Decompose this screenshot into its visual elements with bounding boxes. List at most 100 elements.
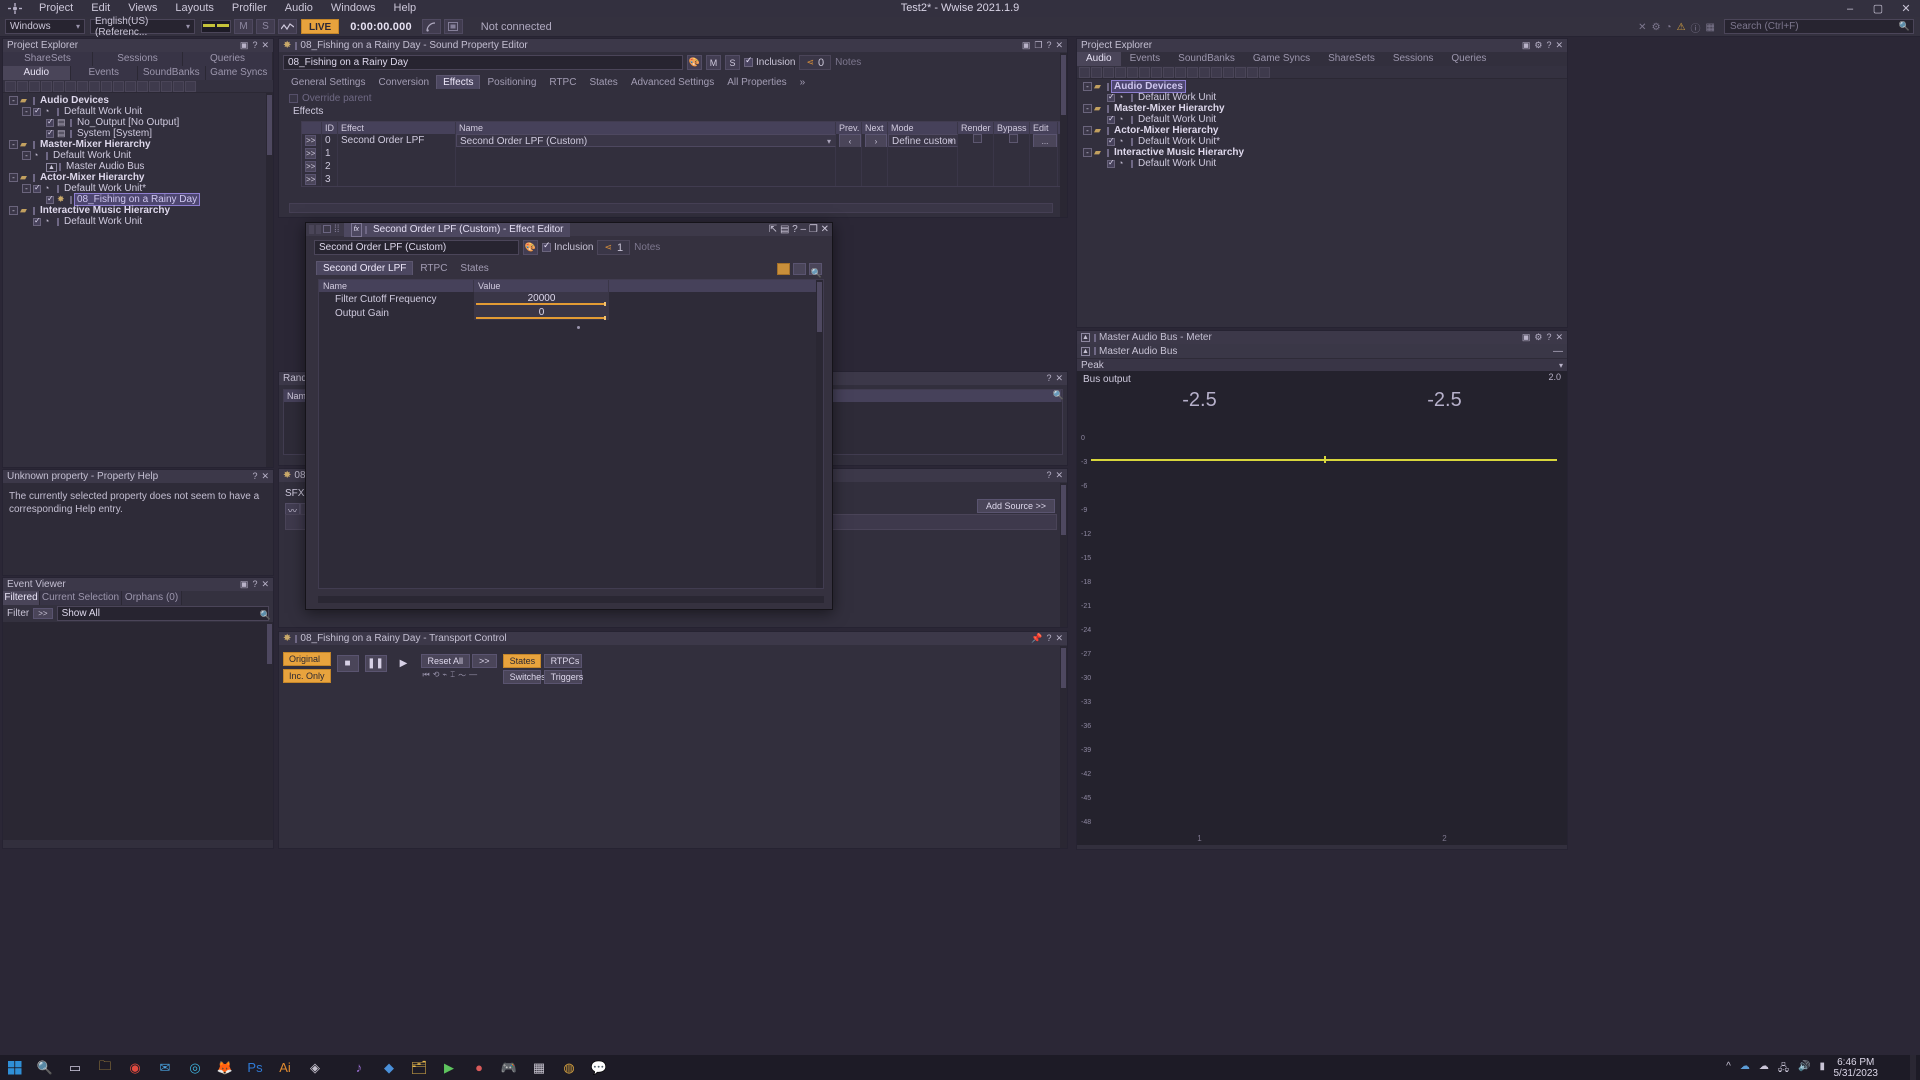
panel-help-icon[interactable]: ? (1546, 40, 1551, 51)
tab-second-order-lpf[interactable]: Second Order LPF (316, 261, 414, 275)
copy-icon[interactable] (29, 80, 40, 92)
tray-network-icon[interactable]: 🖧 (1778, 1061, 1789, 1078)
tree-expander[interactable]: - (9, 140, 18, 149)
tree-expander[interactable]: - (9, 96, 18, 105)
reset-all-button[interactable]: Reset All (420, 654, 471, 668)
global-mute-button[interactable]: M (234, 19, 253, 34)
inclusion-checkbox[interactable]: ✓ Inclusion (542, 240, 593, 253)
global-solo-button[interactable]: S (256, 19, 275, 34)
filter-input[interactable]: Show All (56, 606, 269, 621)
contents-editor-scrollbar[interactable] (1060, 483, 1067, 627)
minimize-button[interactable]: – (1836, 0, 1864, 17)
chevron-down-icon[interactable]: ▾ (1559, 361, 1563, 370)
rtpcs-button[interactable]: RTPCs (543, 654, 582, 668)
parameter-slider[interactable]: 20000 (474, 292, 609, 306)
grid-view-icon[interactable] (173, 80, 184, 92)
tree-item-08-fishing-on-a-rainy-day[interactable]: ✸ 08_Fishing on a Rainy Day (3, 193, 273, 206)
effect-editor-tab[interactable]: fx Second Order LPF (Custom) - Effect Ed… (343, 222, 571, 237)
tab-events[interactable]: Events (70, 66, 138, 80)
tray-volume-icon[interactable]: 🔊 (1798, 1061, 1810, 1078)
filter-menu-button[interactable]: >> (33, 608, 53, 619)
color-palette-icon[interactable]: 🎨 (687, 55, 702, 70)
tree-item-master-audio-bus[interactable]: ▲ Master Audio Bus (3, 161, 273, 172)
menu-audio[interactable]: Audio (276, 0, 322, 17)
triggers-button[interactable]: Triggers (543, 670, 583, 684)
dash-icon[interactable]: — (469, 670, 477, 681)
chat-icon[interactable]: 💬 (584, 1055, 614, 1080)
hierarchy-icon[interactable] (77, 80, 88, 92)
window-dock-icons[interactable] (309, 225, 331, 234)
firefox-icon[interactable]: 🦊 (210, 1055, 240, 1080)
menu-views[interactable]: Views (119, 0, 166, 17)
menu-profiler[interactable]: Profiler (223, 0, 276, 17)
cut-icon[interactable] (89, 80, 100, 92)
list-icon[interactable] (65, 80, 76, 92)
meter-peak-row[interactable]: Peak ▾ (1077, 358, 1567, 371)
add-source-button[interactable]: Add Source >> (976, 499, 1055, 513)
panel-help-icon[interactable]: ? (792, 224, 798, 235)
panel-help-icon[interactable]: ? (1546, 332, 1551, 343)
row-goto-button[interactable]: >> (305, 174, 317, 185)
live-indicator[interactable]: LIVE (301, 19, 340, 34)
tree-item-actor-mixer-hierarchy[interactable]: - ▰ Actor-Mixer Hierarchy (1077, 125, 1567, 136)
table-row[interactable]: >> 1 (302, 147, 1060, 160)
row-mode-combo[interactable] (888, 147, 958, 160)
table-row[interactable]: >> 0 Second Order LPF Second Order LPF (Cus… (302, 134, 1060, 147)
sound-property-editor-scrollbar[interactable] (1060, 53, 1067, 217)
tab-states[interactable]: States (454, 262, 494, 275)
left-tree-scrollbar[interactable] (266, 93, 273, 467)
panel-help-icon[interactable]: ? (1046, 40, 1051, 51)
panel-close-icon[interactable]: ✕ (1055, 633, 1063, 644)
paste-icon[interactable] (1115, 66, 1126, 78)
shareset-count[interactable]: ⋖ 1 (597, 240, 631, 255)
row-mode-combo[interactable] (888, 173, 958, 186)
tab-sessions[interactable]: Sessions (1384, 52, 1443, 66)
panel-help-icon[interactable]: ? (1046, 633, 1051, 644)
filter-icon[interactable] (125, 80, 136, 92)
search-icon[interactable]: 🔍 (30, 1055, 60, 1080)
tab-rtpc[interactable]: RTPC (543, 76, 582, 89)
tree-checkbox[interactable] (33, 183, 41, 193)
search-icon[interactable]: 🔍 (1053, 390, 1064, 401)
collapse-icon[interactable] (149, 80, 160, 92)
grid-icon[interactable]: ▦ (1706, 22, 1715, 33)
tab-gamesyncs[interactable]: Game Syncs (205, 66, 273, 80)
taskbar-clock[interactable]: 6:46 PM 5/31/2023 (1834, 1057, 1879, 1079)
switches-button[interactable]: Switches (502, 670, 546, 684)
pause-button[interactable]: ❚❚ (364, 655, 387, 672)
panel-restore-icon[interactable]: ▣ (240, 40, 249, 51)
tree-item-default-work-unit[interactable]: ◔ Default Work Unit (1077, 92, 1567, 103)
effect-parameter-grid[interactable]: Name Value Filter Cutoff Frequency 20000 O… (318, 268, 824, 589)
tray-cloud-icon[interactable]: ☁ (1740, 1061, 1750, 1078)
grid-icon[interactable]: ▦ (524, 1055, 554, 1080)
panel-help-icon[interactable]: ? (252, 40, 257, 51)
unity-icon[interactable]: ◈ (300, 1055, 330, 1080)
lock-icon[interactable] (1211, 66, 1222, 78)
override-parent-row[interactable]: Override parent (289, 93, 1067, 104)
panel-pin-icon[interactable]: ⇱ (769, 224, 777, 235)
tab-events[interactable]: Events (1121, 52, 1170, 66)
close-button[interactable]: ✕ (1892, 0, 1920, 17)
panel-pin-icon[interactable]: ▣ (1022, 40, 1031, 51)
panel-pin-icon[interactable]: ▣ (1522, 332, 1531, 343)
tab-effects[interactable]: Effects (436, 75, 481, 89)
tab-current-selection[interactable]: Current Selection (40, 591, 122, 605)
expand-icon[interactable] (161, 80, 172, 92)
effect-name-field[interactable]: Second Order LPF (Custom) (314, 240, 519, 255)
row-name-combo[interactable]: Second Order LPF (Custom) (456, 134, 836, 147)
row-name-combo[interactable] (456, 160, 836, 173)
effect-view-mode-buttons[interactable] (777, 263, 832, 275)
tree-checkbox[interactable] (46, 117, 54, 127)
panel-pin-icon[interactable]: ▣ (1522, 40, 1531, 51)
illustrator-icon[interactable]: Ai (270, 1055, 300, 1080)
tab-audio[interactable]: Audio (3, 66, 71, 80)
play-button[interactable]: ▶ (393, 655, 415, 672)
panel-gear-icon[interactable]: ⚙ (1534, 40, 1542, 51)
tab-queries[interactable]: Queries (1442, 52, 1495, 66)
warning-icon[interactable]: ⚠ (1677, 22, 1686, 33)
remote-connect-icon[interactable] (421, 19, 441, 34)
toolbar-search-input[interactable]: Search (Ctrl+F) (1724, 19, 1914, 34)
tree-item-default-work-unit[interactable]: ◔ Default Work Unit* (1077, 136, 1567, 147)
tree-item-default-work-unit[interactable]: ◔ Default Work Unit (3, 216, 273, 227)
grid-view-icon[interactable] (1247, 66, 1258, 78)
